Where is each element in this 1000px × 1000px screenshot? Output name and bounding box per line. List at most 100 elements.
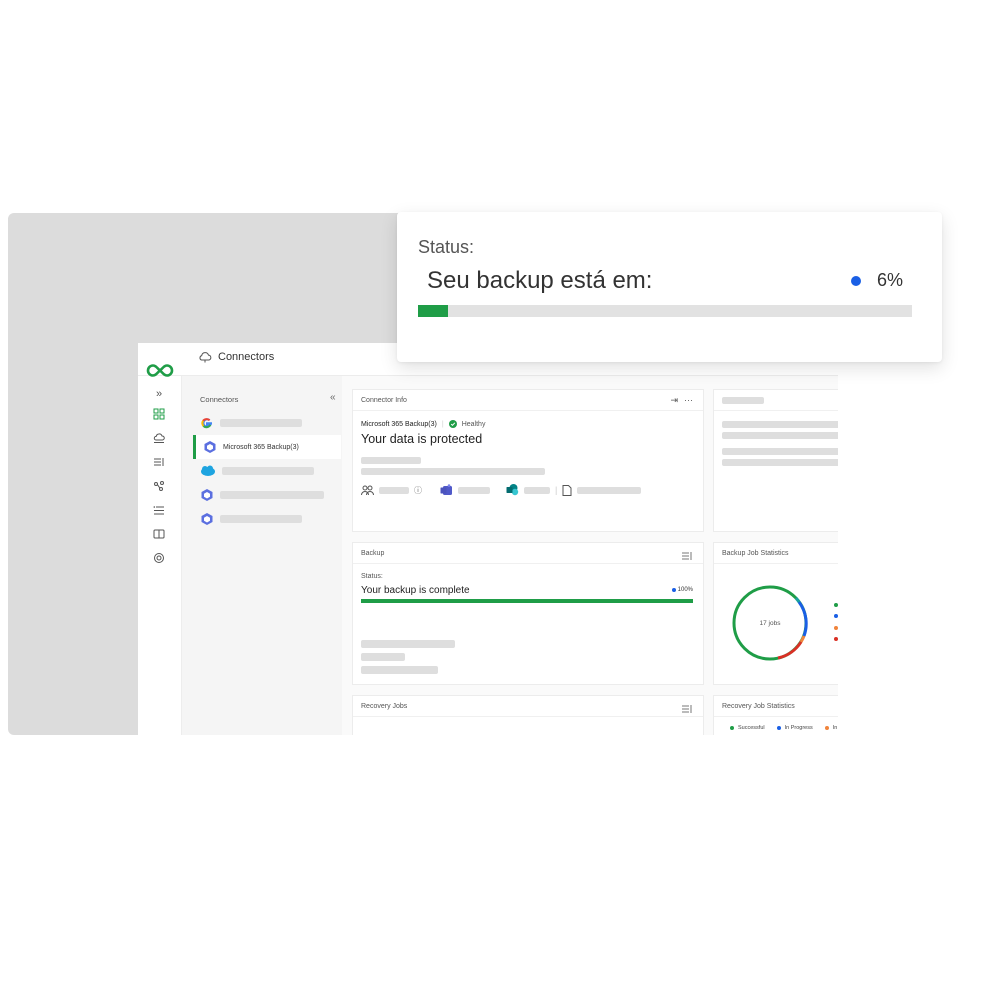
cloud-nav-icon[interactable] [152,431,166,445]
connector-label: Microsoft 365 Backup(3) [223,443,299,451]
status-progress-fill [418,305,448,317]
check-circle-icon [448,420,457,428]
app-logo-icon [146,364,174,377]
teams-icon [440,484,452,495]
health-status: Healthy [461,420,486,428]
checklist-icon[interactable] [152,503,166,517]
connector-item-microsoft-365-3[interactable] [194,507,342,531]
backup-progress-bar [361,599,693,603]
donut-segment-failed [777,641,803,660]
jobs-list-icon[interactable] [152,455,166,469]
skeleton-placeholder [524,486,550,494]
skeleton-placeholder [722,459,838,466]
connectors-panel-heading: Connectors [200,395,239,404]
info-icon[interactable]: ⓘ [414,485,422,496]
skeleton-placeholder [722,432,838,439]
status-dot [671,588,676,592]
backup-percent: 100% [671,587,693,593]
connector-name: Microsoft 365 Backup(3) [361,420,437,428]
skeleton-placeholder [220,491,324,499]
status-dot [851,276,861,286]
sharepoint-icon [506,484,519,496]
legend-truncated: In [832,725,838,731]
skeleton-placeholder [361,468,545,475]
service-row: ⓘ | [361,484,642,496]
legend-successful: Successful [738,725,765,731]
connector-item-microsoft-365[interactable]: Microsoft 365 Backup(3) [193,435,341,459]
connector-item-salesforce[interactable] [194,459,342,483]
connector-name-row: Microsoft 365 Backup(3) | Healthy [361,420,485,428]
separator: | [555,485,558,495]
card-header: Recovery Jobs [361,703,408,710]
login-icon[interactable]: ⇥ [670,395,678,406]
legend-dot-orange [834,626,838,630]
skeleton-placeholder [722,397,764,404]
users-icon [361,485,374,495]
skeleton-placeholder [361,457,421,464]
connector-headline: Your data is protected [361,432,483,446]
status-label: Status: [418,237,475,257]
recovery-job-statistics-card: Recovery Job Statistics Successful In Pr… [713,695,838,735]
google-icon [201,418,213,429]
collapse-panel-icon[interactable]: « [330,392,336,403]
divider [714,563,838,564]
divider [353,716,703,717]
share-icon[interactable] [152,479,166,493]
donut-segment-orange [799,635,806,643]
microsoft-365-icon [201,513,213,525]
legend-dot-green [730,726,734,730]
expand-rail-icon[interactable]: » [152,387,166,401]
restore-icon[interactable] [152,527,166,541]
legend-dot-orange [824,726,829,730]
card-header: Recovery Job Statistics [722,703,795,710]
skeleton-placeholder [577,486,642,494]
radar-icon[interactable] [152,551,166,565]
legend-dot-red [834,637,838,641]
backup-status-popup: Status: Seu backup está em: 6% [397,212,942,362]
divider [353,410,703,411]
legend-in-progress: In Progress [784,725,813,731]
status-progress-bar [418,305,912,317]
backup-status-label: Status: [361,573,383,580]
legend-dot-blue [834,614,838,618]
donut-center-label: 17 jobs [759,620,781,627]
microsoft-365-icon [201,489,213,501]
page-title-text: Connectors [218,351,275,363]
donut-segment-in-progress [797,601,808,637]
more-options-icon[interactable]: ··· [684,395,693,406]
divider [353,563,703,564]
backup-card: Backup Status: Your backup is complete 1… [352,542,704,685]
summary-card [713,389,838,532]
skeleton-placeholder [722,448,838,455]
skeleton-placeholder [220,515,302,523]
skeleton-placeholder [361,640,455,648]
microsoft-365-icon [204,441,216,453]
card-actions: ⇥ ··· [670,395,693,406]
document-icon [562,484,572,496]
connector-info-card: Connector Info ⇥ ··· Microsoft 365 Backu… [352,389,704,532]
card-header: Backup Job Statistics [722,550,789,557]
connector-item-google[interactable] [194,411,342,435]
divider [714,410,838,411]
legend-dot-green [834,603,838,607]
skeleton-placeholder [458,486,490,494]
recovery-jobs-card: Recovery Jobs [352,695,704,735]
legend-dot-blue [776,726,781,730]
skeleton-placeholder [361,653,405,661]
status-percent: 6% [877,270,904,290]
recovery-legend: Successful In Progress In [730,725,837,731]
separator: | [441,420,444,428]
skeleton-placeholder [722,421,838,428]
skeleton-placeholder [220,419,302,427]
backup-job-statistics-card: Backup Job Statistics 17 jobs [713,542,838,685]
cloud-icon [199,352,212,363]
page-title: Connectors [198,351,274,363]
app-window: Connectors » Connectors « Microsoft 365 … [138,343,838,735]
connector-item-microsoft-365-2[interactable] [194,483,342,507]
divider [714,716,838,717]
backup-progress-fill [361,599,693,603]
dashboard-icon[interactable] [152,407,166,421]
donut-segment-teal [794,597,801,603]
skeleton-placeholder [222,467,314,475]
status-message: Seu backup está em: [427,267,653,294]
